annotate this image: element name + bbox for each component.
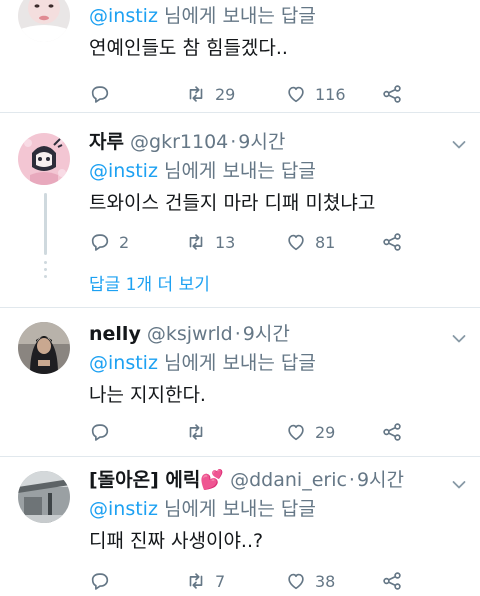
reply-icon: [91, 234, 109, 251]
reply-context: @instiz 님에게 보내는 답글: [89, 350, 462, 376]
avatar[interactable]: [18, 322, 70, 374]
tweet-text: 연예인들도 참 힘들겠다..: [89, 37, 288, 59]
retweet-button[interactable]: 13: [185, 230, 235, 254]
reply-suffix: 님에게 보내는 답글: [157, 498, 316, 520]
tweet-text: 트와이스 건들지 마라 디패 미쳤냐고: [89, 192, 376, 214]
avatar[interactable]: [18, 471, 70, 523]
retweet-count: 29: [215, 84, 236, 104]
timestamp[interactable]: 9시간: [238, 131, 285, 153]
display-name[interactable]: 자루: [89, 131, 124, 153]
tweet-header: 자루 @gkr1104 · 9시간: [89, 130, 462, 154]
tweet-actions: 7 38: [89, 569, 419, 593]
reply-count: 2: [119, 232, 130, 252]
reply-context: @instiz 님에게 보내는 답글: [89, 3, 462, 29]
display-name[interactable]: [돌아온] 에릭: [89, 469, 200, 491]
like-button[interactable]: 116: [285, 82, 346, 106]
tweet-text: 나는 지지한다.: [89, 384, 206, 406]
like-button[interactable]: 81: [285, 230, 335, 254]
tweet-actions: 29: [89, 420, 419, 444]
retweet-button[interactable]: 29: [185, 82, 235, 106]
mention-link[interactable]: @instiz: [89, 498, 158, 520]
like-button[interactable]: 29: [285, 420, 335, 444]
avatar[interactable]: [18, 0, 70, 42]
tweet-2: 자루 @gkr1104 · 9시간 @instiz 님에게 보내는 답글 트와이스 …: [0, 113, 480, 307]
retweet-count: 7: [215, 571, 226, 591]
reply-suffix: 님에게 보내는 답글: [157, 352, 316, 374]
share-button[interactable]: [381, 569, 403, 593]
reply-icon: [91, 86, 109, 103]
tweet-actions: 2 13 81: [89, 230, 419, 254]
like-count: 116: [315, 84, 346, 104]
tweet-4: [돌아온] 에릭💕 @ddani_eric · 9시간 @instiz 님에게 보내…: [0, 457, 480, 596]
avatar[interactable]: [18, 133, 70, 185]
share-button[interactable]: [381, 420, 403, 444]
heart-icon: [288, 424, 304, 441]
share-icon: [383, 572, 401, 590]
timestamp[interactable]: 9시간: [243, 323, 290, 345]
tweet-actions: 29 116: [89, 82, 419, 106]
reply-context: @instiz 님에게 보내는 답글: [89, 158, 462, 184]
mention-link[interactable]: @instiz: [89, 160, 158, 182]
share-icon: [383, 233, 401, 251]
tweet-text: 디패 진짜 사생이야..?: [89, 530, 264, 552]
like-button[interactable]: 38: [285, 569, 335, 593]
tweet-header: [돌아온] 에릭💕 @ddani_eric · 9시간: [89, 468, 462, 492]
tweet-body: nelly @ksjwrld · 9시간 @instiz 님에게 보내는 답글 나는…: [89, 322, 462, 408]
tweet-body: [돌아온] 에릭💕 @ddani_eric · 9시간 @instiz 님에게 보내…: [89, 468, 462, 554]
thread-dots: [44, 261, 47, 282]
retweet-icon: [189, 424, 203, 440]
share-icon: [383, 423, 401, 441]
thread-line: [44, 193, 47, 255]
reply-suffix: 님에게 보내는 답글: [157, 5, 316, 27]
timestamp[interactable]: 9시간: [357, 469, 404, 491]
reply-button[interactable]: [89, 82, 111, 106]
tweet-3: nelly @ksjwrld · 9시간 @instiz 님에게 보내는 답글 나는…: [0, 308, 480, 456]
share-icon: [383, 85, 401, 103]
like-count: 81: [315, 232, 336, 252]
show-more-replies-link[interactable]: 답글 1개 더 보기: [89, 270, 210, 295]
reply-icon: [91, 573, 109, 590]
reply-suffix: 님에게 보내는 답글: [157, 160, 316, 182]
reply-button[interactable]: [89, 569, 111, 593]
mention-link[interactable]: @instiz: [89, 5, 158, 27]
tweet-body: 자루 @gkr1104 · 9시간 @instiz 님에게 보내는 답글 트와이스 …: [89, 130, 462, 216]
like-count: 29: [315, 422, 336, 442]
handle[interactable]: @gkr1104: [130, 131, 228, 153]
mention-link[interactable]: @instiz: [89, 352, 158, 374]
retweet-icon: [189, 234, 203, 250]
separator: ·: [230, 131, 237, 153]
display-name[interactable]: nelly: [89, 323, 141, 345]
handle[interactable]: @ddani_eric: [230, 469, 347, 491]
share-button[interactable]: [381, 230, 403, 254]
separator: ·: [348, 469, 355, 491]
handle[interactable]: @ksjwrld: [147, 323, 233, 345]
reply-button[interactable]: [89, 420, 111, 444]
separator: ·: [234, 323, 241, 345]
retweet-count: 13: [215, 232, 236, 252]
heart-emoji: 💕: [200, 469, 225, 491]
heart-icon: [288, 86, 304, 103]
reply-icon: [91, 424, 109, 441]
tweet-1: @instiz 님에게 보내는 답글 연예인들도 참 힘들겠다.. 29 116: [0, 0, 480, 111]
tweet-header: nelly @ksjwrld · 9시간: [89, 322, 462, 346]
retweet-button[interactable]: 7: [185, 569, 225, 593]
reply-button[interactable]: 2: [89, 230, 129, 254]
like-count: 38: [315, 571, 336, 591]
tweet-body: @instiz 님에게 보내는 답글 연예인들도 참 힘들겠다..: [89, 3, 462, 61]
retweet-button[interactable]: [185, 420, 207, 444]
heart-icon: [288, 573, 304, 590]
heart-icon: [288, 234, 304, 251]
share-button[interactable]: [381, 82, 403, 106]
retweet-icon: [189, 86, 203, 102]
retweet-icon: [189, 573, 203, 589]
reply-context: @instiz 님에게 보내는 답글: [89, 496, 462, 522]
